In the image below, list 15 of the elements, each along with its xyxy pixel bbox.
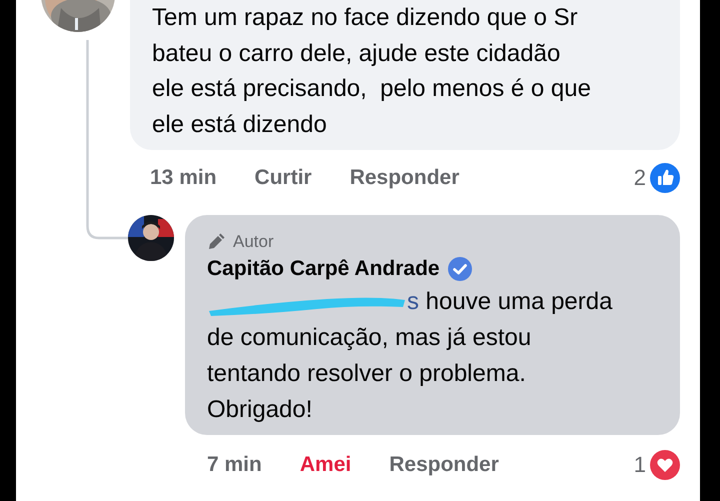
comment-time: 7 min <box>207 453 262 477</box>
pen-icon <box>207 233 225 251</box>
comment-text: s houve uma perda de comunicação, mas já estou tentando resolver o problema. Obrigado! <box>207 287 614 425</box>
comment-action-link[interactable]: Responder <box>389 453 499 477</box>
reaction-count: 1 <box>634 452 646 478</box>
comment-action-link[interactable]: Responder <box>350 166 460 190</box>
comment-action-link[interactable]: Curtir <box>254 166 312 190</box>
reaction-count: 2 <box>634 165 646 191</box>
comment-time: 13 min <box>150 166 217 190</box>
like-icon <box>650 163 680 193</box>
comment-text: Tem um rapaz no face dizendo que o Sr bateu o carro dele, ajude este cidadão ele está precisando, pelo menos é o que ele está dizendo <box>152 3 592 140</box>
author-role-label: Autor <box>233 231 274 253</box>
comment-action-link[interactable]: Amei <box>300 453 352 477</box>
author-name[interactable]: Capitão Carpê Andrade <box>207 254 440 282</box>
mention-link[interactable]: s <box>407 288 419 315</box>
